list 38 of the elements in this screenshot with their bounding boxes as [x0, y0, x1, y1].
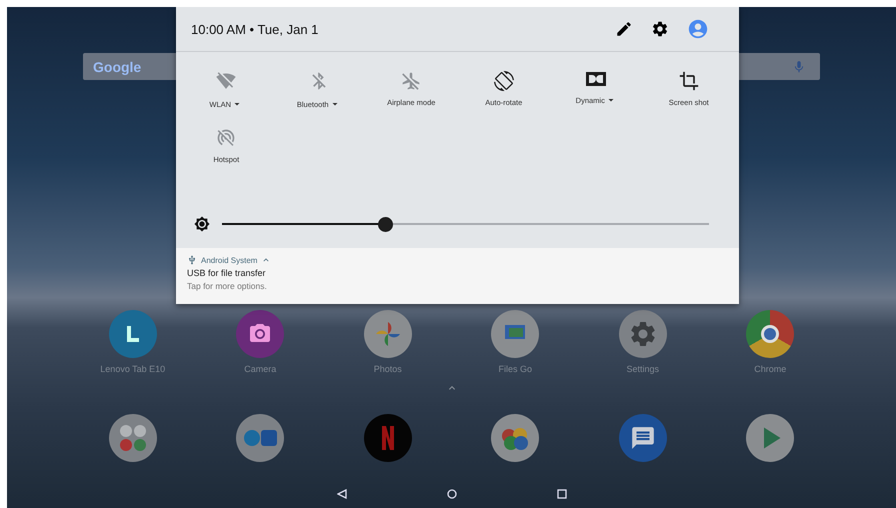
notification-card[interactable]: Android System USB for file transfer Tap for more options.: [176, 248, 739, 304]
edit-icon[interactable]: [615, 20, 633, 38]
tile-icon[interactable]: [216, 128, 236, 148]
search-logo: Google: [93, 58, 142, 74]
gallery-app-icon[interactable]: [491, 414, 540, 462]
tile-icon[interactable]: [586, 71, 606, 87]
notification-text: Tap for more options.: [187, 281, 268, 291]
app-label: Settings: [626, 364, 660, 374]
files-app-icon[interactable]: [491, 310, 540, 358]
tile-icon[interactable]: [678, 71, 699, 91]
app-label: Lenovo Tab E10: [100, 364, 166, 374]
tile-icon[interactable]: [494, 71, 514, 91]
notification-title: USB for file transfer: [187, 268, 267, 278]
usb-icon: [187, 255, 197, 265]
time-date: 10:00 AM • Tue, Jan 1: [191, 22, 318, 36]
app-label: Files Go: [498, 364, 532, 374]
tile-icon[interactable]: [216, 71, 236, 91]
recents-icon[interactable]: [556, 489, 566, 499]
back-icon[interactable]: [336, 489, 346, 499]
settings-icon[interactable]: [651, 20, 669, 38]
user-avatar-icon[interactable]: [687, 18, 709, 40]
brightness-icon: [194, 216, 210, 232]
app-folder-icon[interactable]: [236, 414, 284, 462]
slider-thumb[interactable]: [378, 216, 393, 232]
lenovo-app-icon[interactable]: [108, 310, 157, 358]
browser-app-icon[interactable]: [746, 310, 794, 358]
messages-app-icon[interactable]: [618, 414, 667, 462]
tile-icon[interactable]: [401, 71, 422, 91]
app-label: Camera: [244, 364, 276, 374]
home-icon[interactable]: [446, 489, 456, 499]
pinwheel-app-icon[interactable]: [364, 310, 412, 358]
app-folder-icon[interactable]: [108, 414, 157, 462]
app-label: Chrome: [754, 364, 786, 374]
settings-app-icon[interactable]: [618, 310, 667, 358]
play-store-icon[interactable]: [746, 414, 794, 462]
app-label: Photos: [374, 364, 402, 374]
notification-app: Android System: [201, 256, 258, 264]
camera-app-icon[interactable]: [236, 310, 284, 358]
